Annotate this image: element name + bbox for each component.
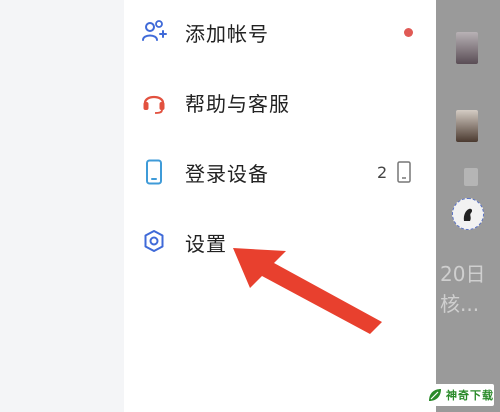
device-icon [396,161,412,183]
menu-item-label: 设置 [185,231,227,256]
menu-item-help-service[interactable]: 帮助与客服 [124,72,436,132]
add-user-icon [141,19,167,45]
headset-icon [141,89,167,115]
device-count: 2 [377,162,388,182]
menu-item-label: 登录设备 [185,161,269,186]
phone-icon [141,159,167,185]
leaf-logo-icon [429,389,441,401]
menu-item-label: 添加帐号 [185,21,269,46]
gear-icon [141,229,167,255]
thumbnail-image [464,168,478,186]
left-background-strip [0,0,124,412]
notification-dot [404,27,413,37]
menu-item-login-devices[interactable]: 登录设备 2 [124,142,436,202]
menu-item-add-account[interactable]: 添加帐号 [124,2,436,62]
watermark-text: 神奇下载 [446,389,494,402]
menu-item-settings[interactable]: 设置 [124,212,436,272]
dimmed-background-content: 20日 核... [436,0,500,412]
thumbnail-image [456,32,478,64]
menu-item-label: 帮助与客服 [185,91,290,116]
text-fragment: 核... [440,292,480,316]
side-drawer: 添加帐号 帮助与客服 登录设备 2 设置 [124,0,436,412]
watermark: 神奇下载 [424,384,494,406]
avatar [452,198,484,230]
thumbnail-image [456,110,478,142]
date-fragment: 20日 [440,262,486,286]
